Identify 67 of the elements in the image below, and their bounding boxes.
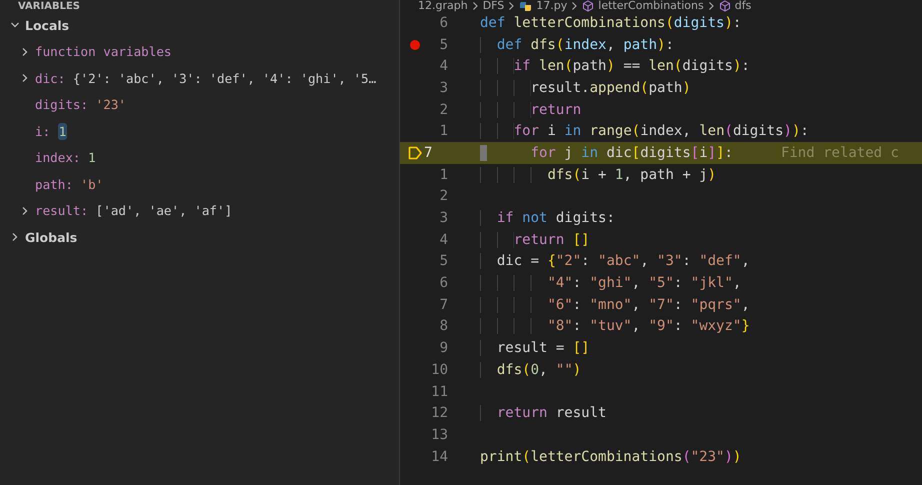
line-number: 5	[438, 253, 448, 270]
code-line: if len(path) == len(digits):	[480, 58, 750, 74]
code-line: for i in range(index, len(digits)):	[480, 123, 809, 140]
cube-icon	[718, 0, 731, 12]
code-line: "4": "ghi", "5": "jkl",	[480, 275, 742, 292]
chevron-icon	[708, 1, 715, 11]
chevron-icon[interactable]	[10, 232, 20, 242]
line-number: 6	[438, 14, 448, 31]
line-number: 6	[438, 275, 448, 292]
code-line: result.append(path)	[480, 80, 691, 96]
line-number: 2	[438, 188, 448, 204]
panel-title: VARIABLES	[18, 0, 80, 12]
line-number: 4	[438, 58, 448, 74]
breadcrumb-item[interactable]: 17.py	[536, 0, 568, 12]
code-line: dfs(0, "")	[480, 362, 582, 378]
code-line: "6": "mno", "7": "pqrs",	[480, 296, 750, 313]
chevron-icon	[508, 1, 516, 11]
line-number: 1	[438, 166, 448, 183]
variable-entry[interactable]: dic: {'2': 'abc', '3': 'def', '4': 'ghi', '5…	[35, 70, 376, 86]
line-number: 14	[430, 448, 448, 465]
cube-icon	[582, 0, 594, 12]
python-file-icon	[519, 0, 532, 12]
breakpoint-icon[interactable]	[410, 40, 420, 50]
code-line: dfs(i + 1, path + j)	[480, 166, 716, 183]
line-number: 11	[430, 384, 448, 400]
breadcrumb-item[interactable]: DFS	[482, 0, 504, 12]
breadcrumb-item[interactable]: dfs	[734, 0, 752, 12]
breadcrumb-item[interactable]: letterCombinations	[598, 0, 704, 12]
code-line: "8": "tuv", "9": "wxyz"}	[480, 318, 750, 334]
variable-entry[interactable]: result: ['ad', 'ae', 'af']	[35, 203, 232, 218]
chevron-icon[interactable]	[20, 206, 30, 216]
chevron-icon	[472, 1, 479, 11]
line-number: 10	[430, 362, 448, 378]
line-number: 2	[438, 102, 448, 118]
line-number: 5	[438, 36, 448, 53]
line-number: 9	[438, 340, 448, 356]
code-line: def letterCombinations(digits):	[480, 14, 742, 31]
scope-label[interactable]: Locals	[25, 18, 70, 33]
code-line: for j in dic[digits[i]]:	[480, 144, 733, 161]
chevron-icon	[571, 1, 578, 11]
code-line: def dfs(index, path):	[480, 36, 674, 53]
line-number: 8	[438, 318, 448, 334]
variable-entry[interactable]: path: 'b'	[35, 176, 104, 192]
code-line: result = []	[480, 340, 590, 356]
scope-label[interactable]: Globals	[25, 230, 78, 245]
chevron-icon[interactable]	[20, 46, 30, 57]
code-line: return	[480, 102, 582, 118]
line-number: 7	[424, 144, 434, 161]
line-number: 13	[430, 426, 448, 443]
code-line: print(letterCombinations("23"))	[480, 448, 742, 465]
line-number: 3	[438, 80, 448, 96]
variable-entry[interactable]: i: 1	[35, 124, 68, 139]
code-line: if not digits:	[480, 210, 615, 226]
line-number: 12	[430, 405, 448, 422]
code-line: return []	[480, 232, 590, 248]
variable-entry[interactable]: function variables	[35, 44, 172, 60]
line-number: 4	[438, 232, 448, 248]
line-number: 3	[438, 210, 448, 226]
variable-entry[interactable]: digits: '23'	[35, 97, 126, 112]
inline-hint: Find related c	[780, 144, 899, 161]
code-line: dic = {"2": "abc", "3": "def",	[480, 253, 750, 270]
line-number: 1	[438, 123, 448, 140]
breadcrumb-item[interactable]: 12.graph	[418, 0, 468, 12]
chevron-icon[interactable]	[20, 73, 30, 84]
line-number: 7	[438, 296, 448, 313]
variable-entry[interactable]: index: 1	[35, 150, 96, 166]
code-line: return result	[480, 405, 606, 422]
